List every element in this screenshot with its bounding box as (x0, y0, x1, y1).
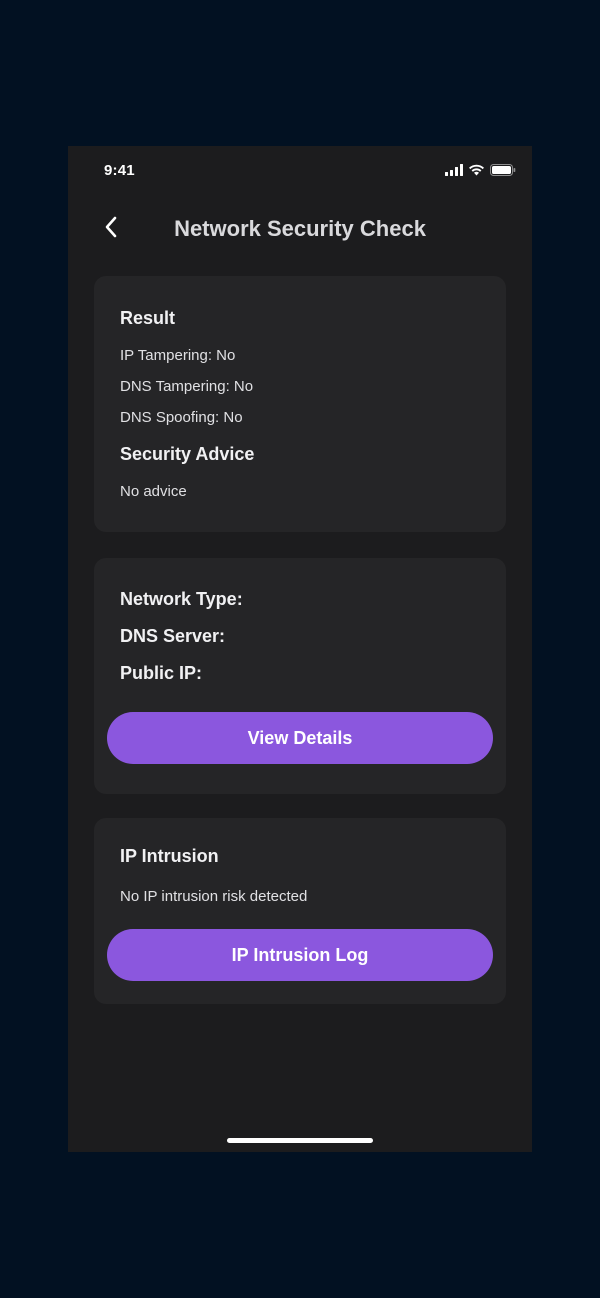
nav-bar: Network Security Check (68, 206, 532, 256)
result-card: Result IP Tampering: No DNS Tampering: N… (94, 276, 506, 532)
status-icons (445, 163, 516, 181)
ip-intrusion-log-button[interactable]: IP Intrusion Log (107, 929, 493, 981)
ip-intrusion-status: No IP intrusion risk detected (120, 888, 308, 905)
network-info-card: Network Type: DNS Server: Public IP: Vie… (94, 558, 506, 794)
ip-tampering-status: IP Tampering: No (120, 347, 236, 364)
dns-server-label: DNS Server: (120, 626, 226, 646)
cellular-signal-icon (445, 163, 463, 181)
status-bar: 9:41 (68, 146, 532, 196)
phone-screen: 9:41 Network Security Check Result IP Ta… (68, 146, 532, 1152)
home-indicator (227, 1138, 373, 1143)
security-advice-title: Security Advice (120, 444, 255, 464)
view-details-button[interactable]: View Details (107, 712, 493, 764)
public-ip-label: Public IP: (120, 663, 203, 683)
dns-tampering-status: DNS Tampering: No (120, 378, 254, 395)
security-advice-text: No advice (120, 483, 187, 500)
battery-icon (490, 163, 516, 181)
wifi-icon (468, 163, 485, 181)
ip-intrusion-card: IP Intrusion No IP intrusion risk detect… (94, 818, 506, 1004)
page-title: Network Security Check (174, 216, 426, 241)
ip-intrusion-title: IP Intrusion (120, 846, 219, 866)
result-title: Result (120, 308, 176, 328)
network-type-label: Network Type: (120, 589, 243, 609)
status-time: 9:41 (104, 162, 135, 179)
dns-spoofing-status: DNS Spoofing: No (120, 409, 243, 426)
